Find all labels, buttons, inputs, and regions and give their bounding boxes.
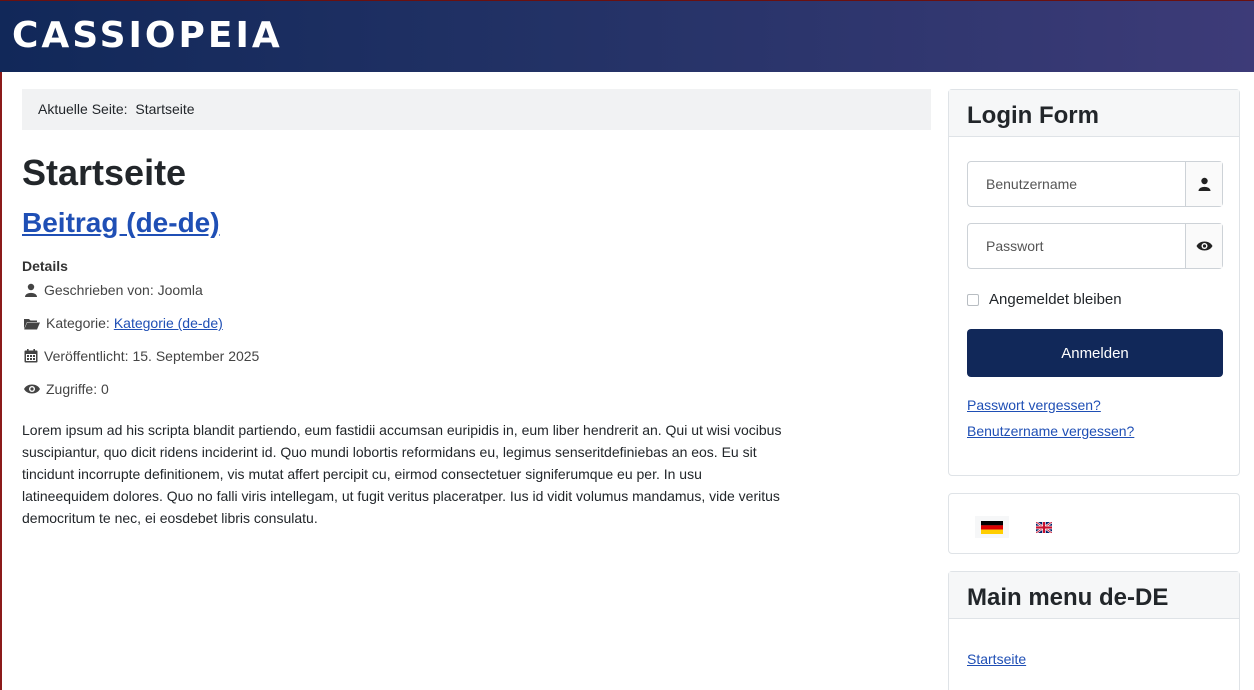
user-icon (25, 283, 37, 297)
meta-hits: Zugriffe: 0 (24, 381, 109, 397)
forgot-username-link[interactable]: Benutzername vergessen? (967, 423, 1134, 439)
forgot-password-link[interactable]: Passwort vergessen? (967, 397, 1101, 413)
password-group (967, 223, 1223, 269)
remember-checkbox[interactable] (967, 293, 979, 306)
article-body: Lorem ipsum ad his scripta blandit parti… (22, 419, 932, 529)
login-form-card: Login Form Angemeldet bleiben Anmelden P… (948, 89, 1240, 476)
page-title: Startseite (22, 152, 187, 193)
login-button[interactable]: Anmelden (967, 329, 1223, 377)
main-menu-title: Main menu de-DE (949, 572, 1239, 619)
breadcrumb-current: Startseite (135, 101, 195, 117)
main-menu-card: Main menu de-DE Startseite (948, 571, 1240, 690)
article-body-line: Lorem ipsum ad his scripta blandit parti… (22, 422, 782, 438)
user-icon (1198, 177, 1210, 191)
username-icon-button (1185, 162, 1222, 206)
article-body-line: tincidunt incorrupte definitionem, vis m… (22, 466, 702, 482)
remember-me[interactable]: Angemeldet bleiben (967, 291, 1122, 308)
eye-icon (24, 384, 40, 394)
meta-author: Geschrieben von: Joomla (24, 282, 203, 298)
breadcrumb-label: Aktuelle Seite: (38, 101, 128, 117)
menu-item-startseite[interactable]: Startseite (967, 651, 1026, 667)
remember-label: Angemeldet bleiben (989, 291, 1122, 308)
article-body-line: democritum te nec, ei eosdebet libris co… (22, 510, 318, 526)
password-input[interactable] (968, 224, 1185, 268)
language-switcher (948, 493, 1240, 554)
site-header: CASSIOPEIA (0, 0, 1254, 72)
login-form-title: Login Form (949, 90, 1239, 137)
eye-icon (1196, 241, 1212, 251)
meta-author-text: Geschrieben von: Joomla (44, 282, 203, 298)
meta-published-text: Veröffentlicht: 15. September 2025 (44, 348, 260, 364)
meta-hits-text: Zugriffe: 0 (46, 381, 109, 397)
meta-category-label: Kategorie: (46, 315, 110, 331)
breadcrumb: Aktuelle Seite: Startseite (22, 89, 931, 130)
flag-de-icon[interactable] (975, 516, 1009, 538)
folder-open-icon (24, 318, 40, 329)
meta-category: Kategorie: Kategorie (de-de) (24, 315, 223, 331)
window-border (0, 0, 2, 690)
site-logo[interactable]: CASSIOPEIA (12, 15, 283, 56)
article-body-line: latineequidem dolores. Quo no falli viri… (22, 488, 780, 504)
article-title-link[interactable]: Beitrag (de-de) (22, 207, 220, 239)
flag-gb-icon[interactable] (1027, 516, 1061, 538)
details-label: Details (22, 258, 68, 274)
category-link[interactable]: Kategorie (de-de) (114, 315, 223, 331)
username-input[interactable] (968, 162, 1185, 206)
show-password-button[interactable] (1185, 224, 1222, 268)
article-body-line: suscipiantur, quo dicit ridens inciderin… (22, 444, 757, 460)
username-group (967, 161, 1223, 207)
meta-published: Veröffentlicht: 15. September 2025 (24, 348, 259, 364)
calendar-icon (24, 349, 38, 363)
